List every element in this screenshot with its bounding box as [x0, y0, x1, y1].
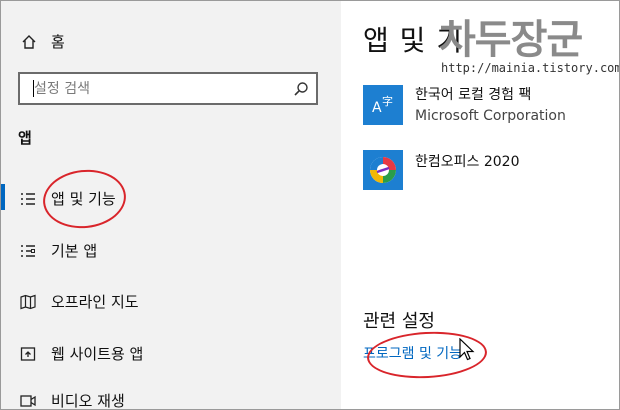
sidebar-item-default-apps[interactable]: 기본 앱 [19, 240, 97, 261]
search-box[interactable] [18, 72, 318, 105]
annotation-circle [40, 165, 129, 233]
app-name: 한국어 로컬 경험 팩 [415, 87, 532, 103]
search-icon[interactable] [286, 81, 316, 97]
default-apps-icon [19, 242, 37, 260]
settings-window: 홈 앱 앱 및 기능 기본 앱 오프라인 [0, 0, 620, 410]
apps-features-icon [19, 190, 37, 208]
watermark-url: http://mainia.tistory.com [441, 61, 620, 75]
sidebar-item-label: 기본 앱 [51, 242, 98, 260]
sidebar-item-video-playback[interactable]: 비디오 재생 [19, 390, 125, 410]
sidebar-item-label: 오프라인 지도 [51, 293, 139, 311]
sidebar-item-apps-for-websites[interactable]: 웹 사이트용 앱 [19, 343, 143, 364]
app-name: 한컴오피스 2020 [415, 154, 520, 170]
svg-text:字: 字 [382, 94, 393, 108]
section-title: 앱 [18, 129, 32, 147]
svg-text:A: A [372, 100, 382, 116]
app-list-item[interactable]: A 字 한국어 로컬 경험 팩 Microsoft Corporation [363, 85, 619, 131]
hancom-office-icon [363, 150, 403, 190]
sidebar-item-label: 웹 사이트용 앱 [51, 345, 144, 363]
sidebar-item-offline-maps[interactable]: 오프라인 지도 [19, 291, 139, 312]
app-publisher: Microsoft Corporation [415, 108, 566, 124]
watermark-brand: 차두장군 [439, 16, 583, 63]
mouse-cursor-icon [459, 337, 475, 366]
language-pack-icon: A 字 [363, 85, 403, 125]
app-list-item[interactable]: 한컴오피스 2020 [363, 150, 619, 196]
video-playback-icon [19, 392, 37, 410]
related-settings-title: 관련 설정 [363, 311, 435, 332]
sidebar-home[interactable]: 홈 [20, 31, 65, 52]
sidebar-item-label: 비디오 재생 [51, 392, 125, 410]
search-input[interactable] [20, 74, 286, 103]
offline-maps-icon [19, 293, 37, 311]
selection-indicator [1, 184, 5, 210]
home-icon [20, 33, 38, 51]
sidebar: 홈 앱 앱 및 기능 기본 앱 오프라인 [1, 1, 341, 410]
apps-for-websites-icon [19, 345, 37, 363]
text-caret [33, 80, 34, 97]
home-label: 홈 [51, 33, 65, 51]
